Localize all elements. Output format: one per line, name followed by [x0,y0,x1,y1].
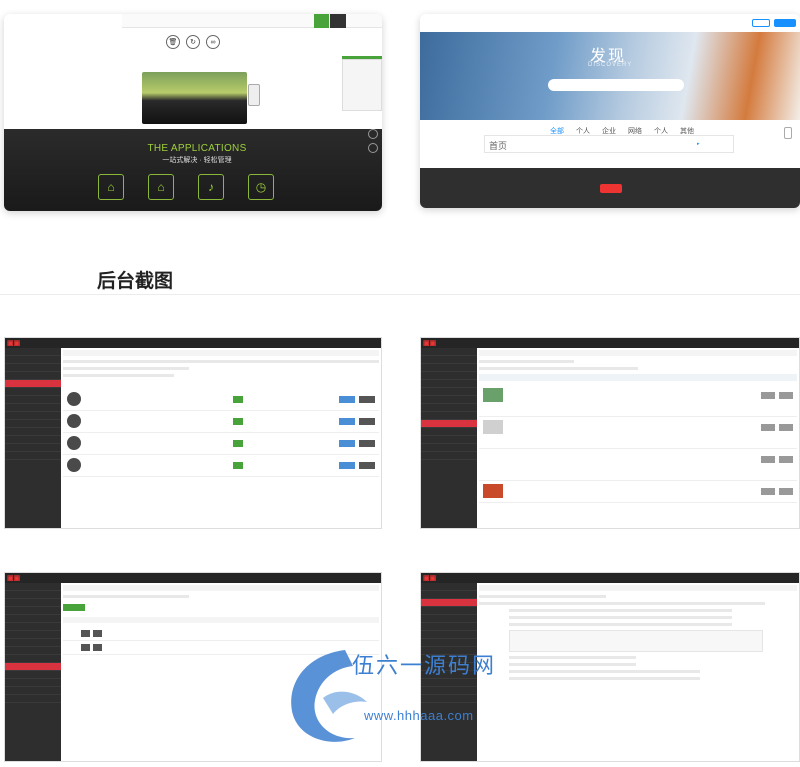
phone-image [248,84,260,106]
clock-icon[interactable]: ◷ [248,174,274,200]
admin-screenshot-articles: ▣▣ [420,337,800,529]
car-banner-image [142,72,247,124]
admin-sidebar [5,583,61,761]
watermark-title: 伍六一源码网 [352,654,497,679]
admin-topbar: ▣▣ [5,338,381,348]
speaker-icon[interactable]: ♪ [198,174,224,200]
admin-logo: ▣▣ [423,340,437,347]
admin-logo: ▣▣ [7,340,21,347]
home-icon[interactable]: ⌂ [148,174,174,200]
share-icon: ∞ [206,35,220,49]
frontend-preview-right: 发现 DISCOVERY 全部 个人 企业 网络 个人 其他 首页 ▸ [420,14,800,208]
chat-icon[interactable] [368,129,378,139]
side-tool[interactable] [784,127,792,139]
admin-topbar: ▣▣ [5,573,381,583]
register-button[interactable] [774,19,796,27]
admin-content [63,350,379,528]
side-tools [364,129,382,169]
refresh-icon: ↻ [186,35,200,49]
search-bar[interactable]: 首页 ▸ [484,135,734,153]
watermark-url: www.hhhaaa.com [364,708,474,723]
application-icons: ⌂ ⌂ ♪ ◷ [98,174,274,200]
page: 🗑 ↻ ∞ THE APPLICATIONS 一站式解决 · 轻松管理 ⌂ ⌂ … [0,0,800,767]
admin-sidebar [421,348,477,528]
search-label: 首页 [489,141,508,151]
search-go[interactable]: ▸ [697,141,713,147]
applications-subtitle: 一站式解决 · 轻松管理 [162,157,232,164]
ad-panel [342,59,382,111]
feature-icons: 🗑 ↻ ∞ [166,35,220,49]
hero-subtitle: DISCOVERY [588,62,633,68]
applications-title: THE APPLICATIONS [147,143,247,154]
admin-screenshot-users: ▣▣ [4,337,382,529]
admin-logo: ▣▣ [7,575,21,582]
login-button[interactable] [752,19,770,27]
admin-topbar: ▣▣ [421,573,799,583]
section-heading: 后台截图 [97,271,174,292]
login-button[interactable] [314,14,329,28]
register-button[interactable] [330,14,346,28]
admin-logo: ▣▣ [423,575,437,582]
footer-logo [600,184,622,193]
divider [0,294,800,295]
footer [420,168,800,208]
frontend-preview-left: 🗑 ↻ ∞ THE APPLICATIONS 一站式解决 · 轻松管理 ⌂ ⌂ … [4,14,382,211]
bag-icon[interactable]: ⌂ [98,174,124,200]
admin-topbar: ▣▣ [421,338,799,348]
hero-search-input[interactable] [548,79,684,91]
top-icon[interactable] [368,143,378,153]
admin-content [479,585,797,761]
add-button[interactable] [63,604,85,611]
trash-icon: 🗑 [166,35,180,49]
admin-sidebar [5,348,61,528]
admin-content [479,350,797,528]
